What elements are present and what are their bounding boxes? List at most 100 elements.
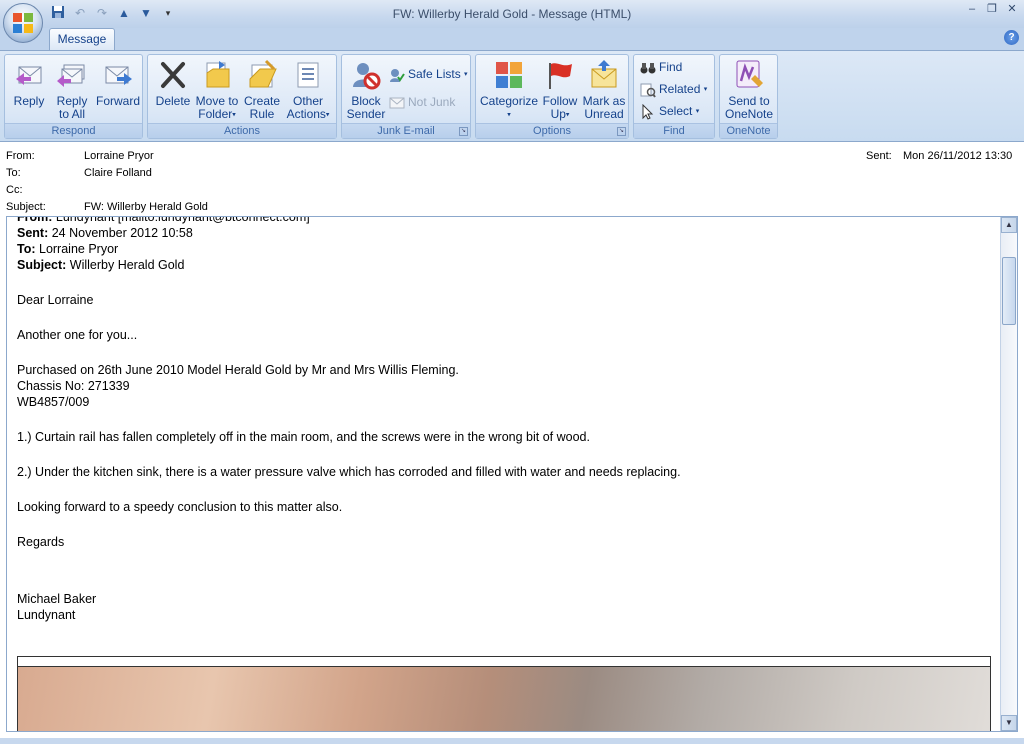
close-button[interactable]: ✕ xyxy=(1004,2,1020,16)
forwarded-to-label: To: xyxy=(17,242,36,256)
mark-as-unread-icon xyxy=(591,60,617,88)
restore-button[interactable]: ❐ xyxy=(984,2,1000,16)
create-rule-label-2: Rule xyxy=(249,107,275,121)
scroll-up-button[interactable]: ▲ xyxy=(1001,217,1017,233)
forwarded-subject-value: Willerby Herald Gold xyxy=(66,258,185,272)
follow-up-label-2: Up xyxy=(550,107,566,121)
forwarded-from-line: From: Lundynant [mailto:lundynant@btconn… xyxy=(17,217,997,225)
title-bar: ↶ ↷ ▲ ▼ ▾ FW: Willerby Herald Gold - Mes… xyxy=(0,0,1024,28)
safe-lists-label: Safe Lists xyxy=(408,67,461,81)
window-title: FW: Willerby Herald Gold - Message (HTML… xyxy=(392,7,632,21)
send-to-onenote-button[interactable]: Send to OneNote xyxy=(722,57,776,121)
reply-button[interactable]: Reply xyxy=(8,57,50,121)
message-body-frame[interactable]: From: Lundynant [mailto:lundynant@btconn… xyxy=(6,216,1018,732)
office-logo-icon xyxy=(13,13,33,33)
list-item-1: 1.) Curtain rail has fallen completely o… xyxy=(17,430,590,444)
ribbon-tab-row: Message ? xyxy=(0,28,1024,50)
forwarded-to-line: To: Lorraine Pryor xyxy=(17,241,997,257)
other-actions-label-2: Actions xyxy=(286,107,326,121)
tab-message[interactable]: Message xyxy=(49,28,115,50)
send-to-onenote-label-1: Send to xyxy=(728,94,770,108)
reply-all-label-2: to All xyxy=(58,107,85,121)
other-actions-label-1: Other xyxy=(292,94,323,108)
signature-name: Michael Baker xyxy=(17,592,97,606)
safe-lists-icon xyxy=(390,68,405,82)
subject-value: FW: Willerby Herald Gold xyxy=(84,201,208,213)
mark-as-unread-button[interactable]: Mark as Unread xyxy=(581,57,627,121)
sent-value: Mon 26/11/2012 13:30 xyxy=(903,150,1013,162)
subject-label: Subject: xyxy=(6,201,46,213)
delete-button[interactable]: Delete xyxy=(152,57,194,121)
move-to-folder-button[interactable]: Move to Folder▾ xyxy=(194,57,240,121)
group-options: Categorize ▾ Follow Up▾ Mark as Unread Op… xyxy=(475,54,629,139)
signature-company: Lundynant xyxy=(17,608,76,622)
block-sender-button[interactable]: Block Sender xyxy=(344,57,388,121)
select-cursor-icon xyxy=(642,103,654,120)
cc-label: Cc: xyxy=(6,184,23,196)
onenote-icon xyxy=(736,60,763,88)
binoculars-icon xyxy=(640,62,656,74)
group-label-junk-email: Junk E-mail xyxy=(342,123,470,138)
select-button[interactable]: Select ▾ xyxy=(640,102,699,120)
scroll-down-button[interactable]: ▼ xyxy=(1001,715,1017,731)
scroll-thumb[interactable] xyxy=(1002,257,1016,325)
help-icon[interactable]: ? xyxy=(1004,30,1019,45)
forwarded-subject-label: Subject: xyxy=(17,258,67,272)
block-sender-icon xyxy=(353,63,381,90)
from-value[interactable]: Lorraine Pryor xyxy=(84,150,154,162)
send-to-onenote-label-2: OneNote xyxy=(724,107,774,121)
forwarded-sent-label: Sent: xyxy=(17,226,49,240)
select-label: Select xyxy=(659,104,693,118)
regards: Regards xyxy=(17,535,65,549)
other-actions-button[interactable]: Other Actions▾ xyxy=(283,57,333,121)
not-junk-button[interactable]: Not Junk xyxy=(389,93,455,111)
forwarded-sent-line: Sent: 24 November 2012 10:58 xyxy=(17,225,997,241)
message-header: From: Lorraine Pryor To: Claire Folland … xyxy=(0,143,1024,216)
body-line-4: WB4857/009 xyxy=(17,395,90,409)
closing-line: Looking forward to a speedy conclusion t… xyxy=(17,500,343,514)
forward-label: Forward xyxy=(95,94,140,108)
move-to-folder-icon xyxy=(206,61,230,88)
forward-button[interactable]: Forward xyxy=(94,57,142,121)
body-line-3: Chassis No: 271339 xyxy=(17,379,130,393)
photo-image xyxy=(18,666,990,731)
find-button[interactable]: Find xyxy=(640,58,682,76)
other-actions-icon xyxy=(297,62,319,88)
to-label: To: xyxy=(6,167,21,179)
reply-all-button[interactable]: Reply to All xyxy=(51,57,93,121)
vertical-scrollbar[interactable]: ▲ ▼ xyxy=(1000,217,1017,731)
follow-up-button[interactable]: Follow Up▾ xyxy=(539,57,581,121)
related-button[interactable]: Related ▾ xyxy=(640,80,707,98)
move-to-folder-label-2: Folder xyxy=(198,107,233,121)
safe-lists-button[interactable]: Safe Lists ▾ xyxy=(389,65,468,83)
create-rule-button[interactable]: Create Rule xyxy=(241,57,283,121)
reply-label: Reply xyxy=(13,94,45,108)
from-label: From: xyxy=(6,150,35,162)
options-dialog-launcher[interactable]: ↘ xyxy=(617,127,626,136)
office-button[interactable] xyxy=(3,3,43,43)
junk-email-dialog-launcher[interactable]: ↘ xyxy=(459,127,468,136)
minimize-button[interactable]: – xyxy=(964,2,980,16)
categorize-icon xyxy=(496,62,522,88)
categorize-label: Categorize xyxy=(480,94,539,108)
body-line-2: Purchased on 26th June 2010 Model Herald… xyxy=(17,363,459,377)
to-value[interactable]: Claire Folland xyxy=(84,167,152,179)
attached-photo[interactable] xyxy=(17,656,991,731)
reply-icon xyxy=(16,66,42,85)
forwarded-subject-line: Subject: Willerby Herald Gold xyxy=(17,257,997,273)
forwarded-from-text[interactable]: Lundynant [mailto:lundynant@btconnect.co… xyxy=(56,217,310,224)
reply-all-icon xyxy=(57,64,85,87)
greeting: Dear Lorraine xyxy=(17,293,94,307)
message-body[interactable]: From: Lundynant [mailto:lundynant@btconn… xyxy=(17,217,997,623)
block-sender-label-2: Sender xyxy=(346,107,386,121)
group-onenote: Send to OneNote OneNote xyxy=(719,54,778,139)
follow-up-flag-icon xyxy=(549,63,572,89)
body-line-1: Another one for you... xyxy=(17,328,138,342)
create-rule-label-1: Create xyxy=(243,94,281,108)
categorize-button[interactable]: Categorize ▾ xyxy=(480,57,538,121)
forwarded-sent-value: 24 November 2012 10:58 xyxy=(48,226,193,240)
status-bar xyxy=(0,738,1024,744)
group-label-options: Options xyxy=(476,123,628,138)
create-rule-icon xyxy=(249,59,277,88)
related-icon xyxy=(640,83,656,98)
